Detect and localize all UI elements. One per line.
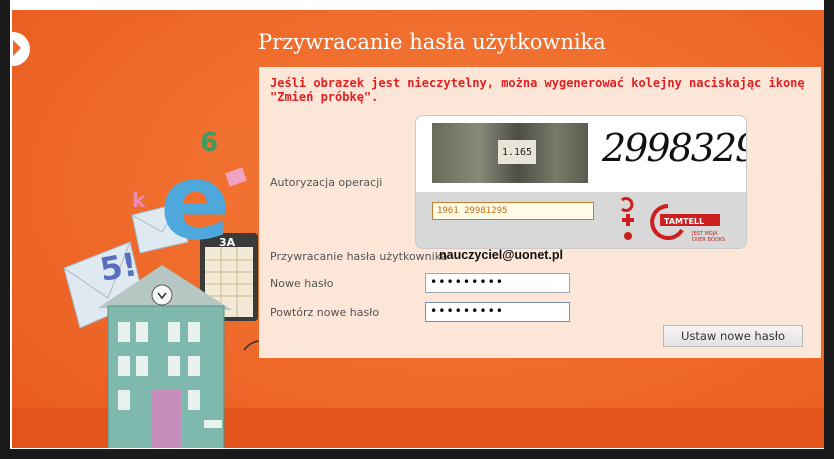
help-icon[interactable] — [624, 232, 632, 240]
illustration-number-five: 5! — [96, 245, 140, 289]
right-border — [824, 0, 834, 459]
captcha-photo: 1.165 — [432, 123, 588, 183]
auth-label: Autoryzacja operacji — [270, 176, 383, 189]
captcha-icon-column — [621, 197, 634, 240]
user-value: nauczyciel@uonet.pl — [439, 248, 564, 262]
chevron-left-icon — [13, 40, 21, 56]
new-password-input[interactable]: ••••••••• — [425, 273, 570, 293]
captcha-input[interactable] — [432, 202, 594, 220]
repeat-password-label: Powtórz nowe hasło — [270, 306, 380, 319]
page-title: Przywracanie hasła użytkownika — [258, 30, 606, 54]
background: e 6 k 5! 3A Przywracanie hasła użytkowni… — [12, 10, 824, 448]
captcha-image-text: 29983295 — [602, 126, 746, 170]
user-label: Przywracanie hasła użytkownika — [270, 250, 448, 263]
set-password-button[interactable]: Ustaw nowe hasło — [663, 325, 803, 347]
left-border — [0, 0, 10, 459]
new-password-label: Nowe hasło — [270, 277, 334, 290]
page-frame: e 6 k 5! 3A Przywracanie hasła użytkowni… — [0, 0, 834, 459]
bottom-border — [0, 449, 834, 459]
refresh-icon[interactable] — [621, 197, 634, 212]
recaptcha-logo-sub2: OVER BOOKS — [692, 237, 725, 243]
illustration-number-six: 6 — [200, 128, 219, 158]
captcha-warning: Jeśli obrazek jest nieczytelny, można wy… — [270, 76, 805, 104]
schedule-board-label: 3A — [219, 236, 236, 249]
warning-line-1: Jeśli obrazek jest nieczytelny, można wy… — [270, 76, 805, 90]
audio-icon[interactable] — [622, 214, 634, 226]
captcha-photo-text: 1.165 — [498, 140, 536, 164]
recaptcha-logo-text: TAMTELL — [664, 217, 704, 226]
warning-line-2: "Zmień próbkę". — [270, 90, 379, 104]
captcha-widget: 1.165 29983295 — [415, 115, 747, 249]
repeat-password-input[interactable]: ••••••••• — [425, 302, 570, 322]
recaptcha-logo: TAMTELL JEST MOJA OVER BOOKS — [650, 204, 725, 243]
reset-form-panel: Jeśli obrazek jest nieczytelny, można wy… — [259, 67, 821, 358]
illustration-letter-k: k — [132, 188, 146, 212]
